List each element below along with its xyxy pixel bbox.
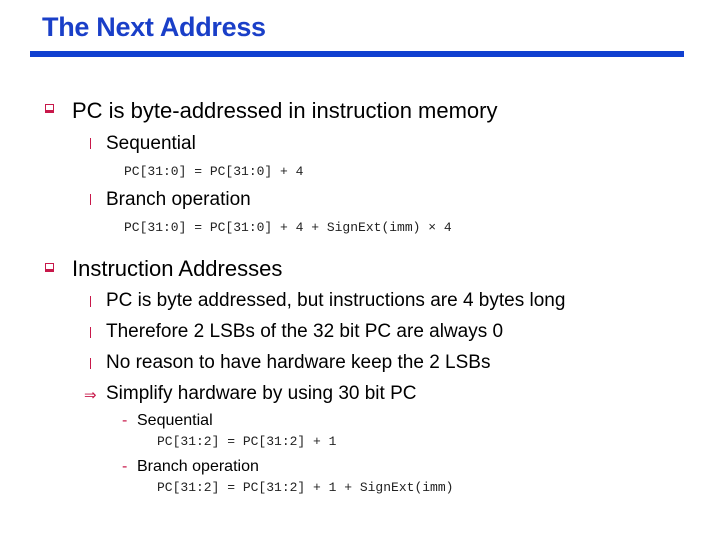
dash-bullet-icon: - [122,458,128,475]
sub-item-label: Branch operation [137,458,259,475]
list-item-label: No reason to have hardware keep the 2 LS… [106,352,491,373]
implication-label: Simplify hardware by using 30 bit PC [106,383,417,404]
section-heading: PC is byte-addressed in instruction memo… [72,98,498,123]
tick-bullet-icon [90,358,91,369]
tick-bullet-icon [90,296,91,307]
sub-item-label: Sequential [137,412,213,429]
tick-bullet-icon [90,327,91,338]
code-line: PC[31:0] = PC[31:0] + 4 + SignExt(imm) ×… [124,220,452,235]
code-line: PC[31:2] = PC[31:2] + 1 [157,434,337,449]
slide-title: The Next Address [42,12,266,42]
implies-arrow-icon: ⇒ [84,387,97,404]
tick-bullet-icon [90,194,91,205]
code-line: PC[31:0] = PC[31:0] + 4 [124,164,304,179]
list-item-label: PC is byte addressed, but instructions a… [106,290,566,311]
code-line: PC[31:2] = PC[31:2] + 1 + SignExt(imm) [157,480,454,495]
square-bullet-icon [45,263,54,272]
tick-bullet-icon [90,138,91,149]
list-item-label: Branch operation [106,189,251,210]
title-underline [30,51,684,57]
section-heading: Instruction Addresses [72,256,283,281]
list-item-label: Therefore 2 LSBs of the 32 bit PC are al… [106,321,504,342]
list-item-label: Sequential [106,133,196,154]
square-bullet-icon [45,104,54,113]
dash-bullet-icon: - [122,412,128,429]
